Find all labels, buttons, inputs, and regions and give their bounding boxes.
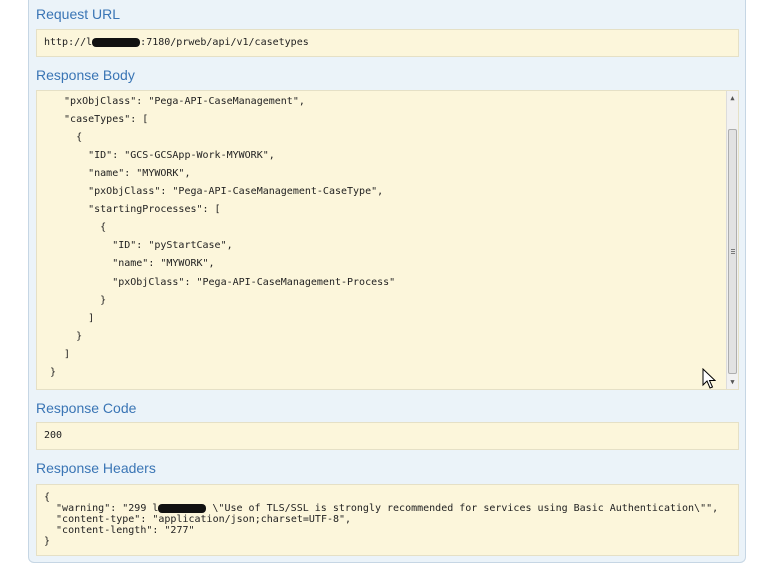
grip-line [731, 251, 735, 252]
json-line: "startingProcesses": [ [52, 204, 221, 215]
header-line: { [44, 492, 51, 503]
mouse-pointer-icon [702, 368, 716, 389]
header-line: "content-length": "277" [44, 525, 195, 536]
redacted-host [158, 503, 207, 513]
response-headers-box[interactable]: { "warning": "299 l \"Use of TLS/SSL is … [36, 484, 739, 556]
request-url-box[interactable]: http://l:7180/prweb/api/v1/casetypes [36, 29, 739, 57]
json-line: "ID": "GCS-GCSApp-Work-MYWORK", [52, 150, 275, 161]
redacted-host [92, 37, 141, 47]
json-line: "name": "MYWORK", [52, 258, 215, 269]
response-headers-title: Response Headers [36, 460, 156, 476]
response-body-box[interactable]: "pxObjClass": "Pega-API-CaseManagement",… [36, 90, 739, 390]
scroll-up-arrow-icon[interactable]: ▲ [727, 92, 738, 104]
json-line: ] [52, 349, 71, 360]
json-line: } [50, 367, 57, 378]
json-line: { [52, 222, 107, 233]
header-line: "warning": "299 l \"Use of TLS/SSL is st… [44, 503, 719, 514]
vertical-scrollbar[interactable]: ▲ ▼ [726, 91, 738, 389]
response-code-value: 200 [44, 430, 63, 441]
json-line: "pxObjClass": "Pega-API-CaseManagement-C… [52, 186, 384, 197]
request-url-text: http://l:7180/prweb/api/v1/casetypes [44, 37, 309, 48]
response-code-box[interactable]: 200 [36, 422, 739, 450]
grip-line [731, 249, 735, 250]
response-body-content: "pxObjClass": "Pega-API-CaseManagement",… [37, 91, 726, 389]
json-line: "pxObjClass": "Pega-API-CaseManagement-P… [52, 277, 396, 288]
scroll-down-arrow-icon[interactable]: ▼ [727, 376, 738, 388]
json-line: "pxObjClass": "Pega-API-CaseManagement", [52, 96, 305, 107]
scroll-thumb[interactable] [728, 129, 737, 374]
json-line: } [52, 331, 83, 342]
grip-line [731, 253, 735, 254]
header-line: "content-type": "application/json;charse… [44, 514, 352, 525]
response-code-title: Response Code [36, 400, 137, 416]
json-line: "name": "MYWORK", [52, 168, 191, 179]
header-line: } [44, 536, 51, 547]
request-url-title: Request URL [36, 6, 121, 22]
json-line: ] [52, 313, 95, 324]
response-body-title: Response Body [36, 67, 135, 83]
json-line: } [52, 295, 107, 306]
json-line: "ID": "pyStartCase", [52, 240, 233, 251]
json-line: { [52, 132, 83, 143]
json-line: "caseTypes": [ [52, 114, 149, 125]
